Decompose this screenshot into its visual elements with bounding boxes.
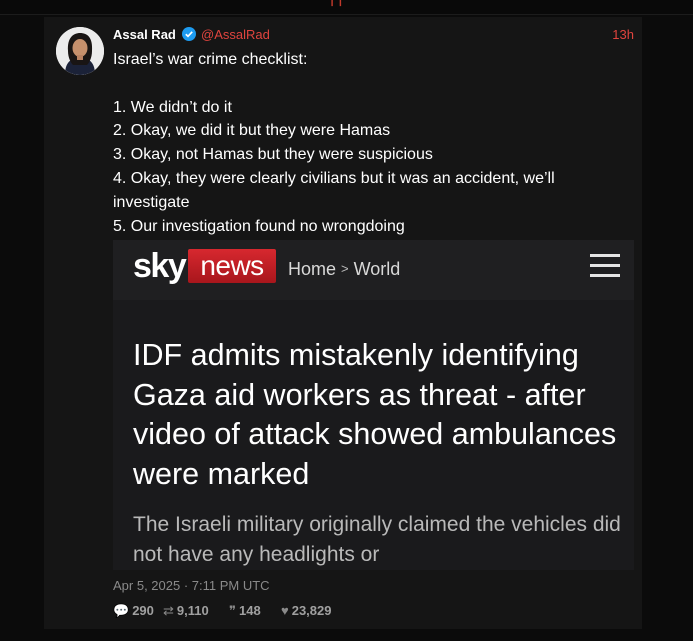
sky-news-header: sky news Home > World <box>113 240 634 300</box>
tweet-line: 1. We didn’t do it <box>113 98 232 116</box>
retweet-stat[interactable]: ⇄ 9,110 <box>163 603 209 619</box>
sky-logo: sky <box>133 247 187 285</box>
tweet-line: 5. Our investigation found no wrongdoing <box>113 217 405 235</box>
top-strip: ⌈⌉ <box>0 0 693 15</box>
embedded-article-image[interactable]: sky news Home > World IDF admits mistakenl… <box>113 240 634 570</box>
breadcrumb-section: World <box>353 259 401 279</box>
like-count: 23,829 <box>291 603 332 618</box>
retweet-icon: ⇄ <box>163 603 174 618</box>
quote-icon: ❞ <box>229 603 236 618</box>
reply-count: 290 <box>132 603 154 618</box>
verified-badge-icon <box>182 27 196 41</box>
hamburger-menu-icon <box>590 254 620 278</box>
reply-stat[interactable]: 💬 290 <box>113 603 154 619</box>
like-stat[interactable]: ♥ 23,829 <box>281 603 331 618</box>
top-bracket-icon: ⌈⌉ <box>330 0 342 8</box>
tweet-line: 2. Okay, we did it but they were Hamas <box>113 122 391 140</box>
tweet-date[interactable]: Apr 5, 2025 · 7:11 PM UTC <box>113 578 270 593</box>
avatar[interactable] <box>56 27 104 75</box>
article-headline: IDF admits mistakenly identifying Gaza a… <box>133 338 617 491</box>
tweet-line: 4. Okay, they were clearly civilians but… <box>113 169 560 211</box>
retweet-count: 9,110 <box>176 603 209 618</box>
breadcrumb: Home > World <box>288 259 400 280</box>
breadcrumb-separator: > <box>341 261 349 276</box>
tweet-line: Israel’s war crime checklist: <box>113 51 308 68</box>
news-logo-badge: news <box>188 249 276 283</box>
breadcrumb-home: Home <box>288 259 337 279</box>
avatar-image <box>56 27 104 75</box>
quote-count: 148 <box>239 603 261 618</box>
article-lede: The Israeli military originally claimed … <box>133 513 621 566</box>
tweet-header: Assal Rad @AssalRad 13h <box>113 27 634 43</box>
display-name[interactable]: Assal Rad <box>113 27 176 42</box>
heart-icon: ♥ <box>281 603 289 618</box>
user-handle[interactable]: @AssalRad <box>201 27 270 42</box>
quote-stat[interactable]: ❞ 148 <box>229 603 261 619</box>
tweet-time[interactable]: 13h <box>612 27 634 42</box>
tweet-text: Israel’s war crime checklist: 1. We didn… <box>113 48 633 238</box>
speech-bubble-icon: 💬 <box>113 603 130 618</box>
tweet-line: 3. Okay, not Hamas but they were suspici… <box>113 146 433 164</box>
